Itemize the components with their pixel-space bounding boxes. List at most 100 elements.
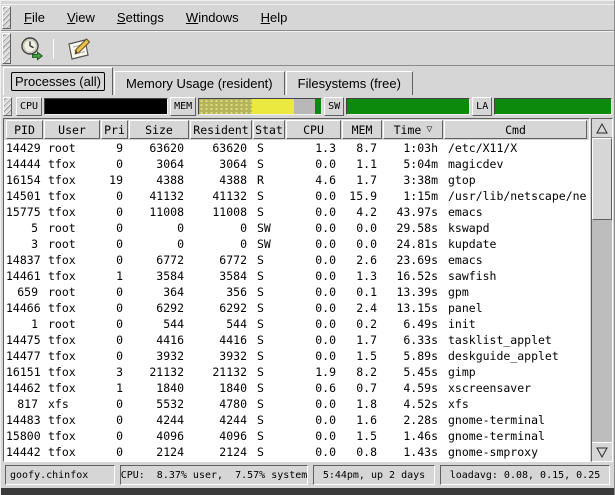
cell-cmd: xfs	[444, 397, 587, 411]
meter-label-la[interactable]: LA	[472, 97, 492, 116]
process-row[interactable]: 659root0364356S0.00.113.39sgpm	[6, 284, 587, 300]
process-row[interactable]: 14483tfox042444244S0.01.62.28sgnome-term…	[6, 412, 587, 428]
menu-help[interactable]: Help	[250, 6, 299, 29]
cell-time: 6.49s	[383, 317, 443, 331]
cell-pid: 14429	[6, 141, 43, 155]
cell-cmd: gnome-smproxy	[444, 445, 587, 459]
edit-properties-button[interactable]	[64, 34, 94, 64]
process-row[interactable]: 14466tfox062926292S0.02.413.15spanel	[6, 300, 587, 316]
cell-pid: 14501	[6, 189, 43, 203]
cell-mem: 0.7	[342, 381, 382, 395]
col-header-label: Stat	[255, 123, 283, 137]
menu-bar: FileViewSettingsWindowsHelp	[1, 4, 614, 31]
cell-pid: 14475	[6, 333, 43, 347]
process-row[interactable]: 14501tfox04113241132S0.015.91:15m/usr/li…	[6, 188, 587, 204]
notebook-tabs: Processes (all)Memory Usage (resident)Fi…	[1, 66, 614, 95]
cell-stat: S	[253, 429, 285, 443]
cpu-usage-status: CPU: 8.37% user, 7.57% system	[120, 465, 308, 485]
cell-stat: S	[253, 141, 285, 155]
menu-view[interactable]: View	[56, 6, 106, 29]
tab-filesystems[interactable]: Filesystems (free)	[286, 71, 413, 95]
cell-cpu: 0.0	[286, 157, 341, 171]
cell-stat: S	[253, 349, 285, 363]
process-row[interactable]: 14429root96362063620S1.38.71:03h/etc/X11…	[6, 140, 587, 156]
col-header-pid[interactable]: PID	[6, 120, 43, 139]
cell-size: 21132	[129, 365, 189, 379]
tab-memory[interactable]: Memory Usage (resident)	[114, 71, 285, 95]
cell-time: 6.33s	[383, 333, 443, 347]
process-row[interactable]: 817xfs055324780S0.01.84.52sxfs	[6, 396, 587, 412]
col-header-label: Cmd	[505, 123, 526, 137]
cell-user: tfox	[44, 269, 100, 283]
process-row[interactable]: 16154tfox1943884388R4.61.73:38mgtop	[6, 172, 587, 188]
col-header-cpu[interactable]: CPU	[286, 120, 341, 139]
scroll-up-button[interactable]	[592, 119, 612, 138]
meter-bar-la	[494, 98, 612, 115]
process-row[interactable]: 15800tfox040964096S0.01.51.46sgnome-term…	[6, 428, 587, 444]
cell-resident: 2124	[190, 445, 252, 459]
process-row[interactable]: 16151tfox32113221132S1.98.25.45sgimp	[6, 364, 587, 380]
col-header-user[interactable]: User	[44, 120, 100, 139]
cell-time: 1:15m	[383, 189, 443, 203]
table-header-row: PIDUserPriSizeResidentStatCPU MEM Time▽ Cmd	[4, 119, 589, 140]
cell-mem: 4.2	[342, 205, 382, 219]
cell-pid: 14477	[6, 349, 43, 363]
process-row[interactable]: 15775tfox01100811008S0.04.243.97semacs	[6, 204, 587, 220]
cell-user: root	[44, 221, 100, 235]
menu-items: FileViewSettingsWindowsHelp	[13, 6, 298, 29]
cell-pri: 1	[101, 269, 128, 283]
menu-windows[interactable]: Windows	[175, 6, 250, 29]
cell-stat: S	[253, 333, 285, 347]
cell-stat: S	[253, 189, 285, 203]
cell-mem: 0.8	[342, 445, 382, 459]
timer-run-button[interactable]	[17, 34, 47, 64]
process-row[interactable]: 5root000SW0.00.029.58skswapd	[6, 220, 587, 236]
cell-mem: 1.5	[342, 349, 382, 363]
meter-label-mem[interactable]: MEM	[170, 97, 196, 116]
cell-cpu: 0.0	[286, 205, 341, 219]
cell-stat: S	[253, 301, 285, 315]
process-row[interactable]: 14475tfox044164416S0.01.76.33stasklist_a…	[6, 332, 587, 348]
cell-mem: 1.6	[342, 413, 382, 427]
tab-processes[interactable]: Processes (all)	[3, 67, 113, 95]
col-header-cmd[interactable]: Cmd	[444, 120, 587, 139]
vertical-scrollbar[interactable]	[591, 118, 613, 462]
col-header-mem[interactable]: MEM	[342, 120, 382, 139]
process-table: PIDUserPriSizeResidentStatCPU MEM Time▽ Cmd…	[3, 118, 590, 462]
process-row[interactable]: 14442tfox021242124S0.00.81.43sgnome-smpr…	[6, 444, 587, 460]
process-row[interactable]: 1root0544544S0.00.26.49sinit	[6, 316, 587, 332]
col-header-label: MEM	[352, 123, 373, 137]
loadavg-status: loadavg: 0.08, 0.15, 0.25	[440, 465, 610, 485]
process-row[interactable]: 14837tfox067726772S0.02.623.69semacs	[6, 252, 587, 268]
process-row[interactable]: 3root000SW0.00.024.81skupdate	[6, 236, 587, 252]
cell-stat: S	[253, 253, 285, 267]
col-header-pri[interactable]: Pri	[101, 120, 128, 139]
cell-mem: 0.1	[342, 285, 382, 299]
menu-file[interactable]: File	[13, 6, 56, 29]
col-header-stat[interactable]: Stat	[253, 120, 285, 139]
meters-grip-handle[interactable]	[3, 97, 12, 116]
scrollbar-thumb[interactable]	[592, 138, 612, 220]
process-row[interactable]: 14444tfox030643064S0.01.15:04mmagicdev	[6, 156, 587, 172]
menubar-grip-handle[interactable]	[2, 6, 11, 29]
cell-user: tfox	[44, 173, 100, 187]
cell-resident: 1840	[190, 381, 252, 395]
cell-pri: 1	[101, 381, 128, 395]
col-header-size[interactable]: Size	[129, 120, 189, 139]
cell-size: 6292	[129, 301, 189, 315]
col-header-time[interactable]: Time▽	[383, 120, 443, 139]
cell-cmd: gtop	[444, 173, 587, 187]
cell-pid: 14444	[6, 157, 43, 171]
toolbar-grip-handle[interactable]	[2, 33, 11, 64]
meter-label-cpu[interactable]: CPU	[16, 97, 42, 116]
menu-settings[interactable]: Settings	[106, 6, 175, 29]
process-row[interactable]: 14477tfox039323932S0.01.55.89sdeskguide_…	[6, 348, 587, 364]
meter-label-sw[interactable]: SW	[324, 97, 344, 116]
cell-size: 3584	[129, 269, 189, 283]
cell-stat: S	[253, 413, 285, 427]
process-row[interactable]: 14461tfox135843584S0.01.316.52ssawfish	[6, 268, 587, 284]
process-row[interactable]: 14462tfox118401840S0.60.74.59sxscreensav…	[6, 380, 587, 396]
scroll-down-button[interactable]	[592, 442, 612, 461]
meter-segment	[199, 99, 251, 114]
col-header-resident[interactable]: Resident	[190, 120, 252, 139]
